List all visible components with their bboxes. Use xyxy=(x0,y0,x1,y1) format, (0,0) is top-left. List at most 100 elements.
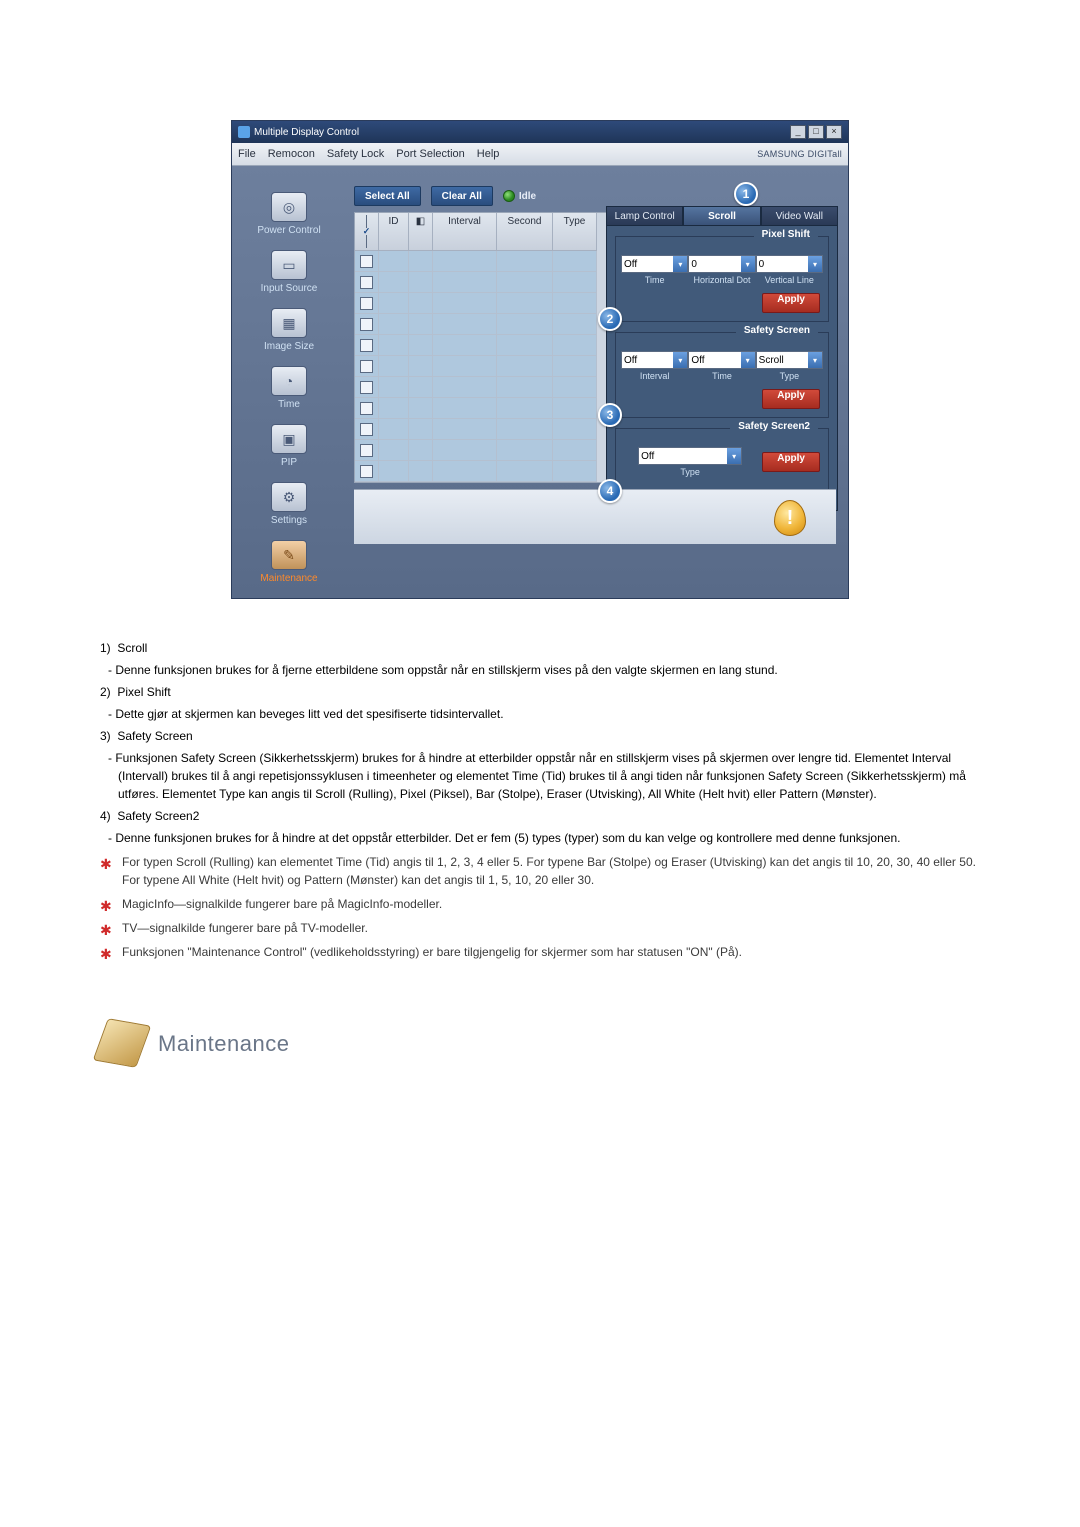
menu-port-selection[interactable]: Port Selection xyxy=(396,148,464,160)
table-row[interactable] xyxy=(355,272,609,293)
pixel-shift-hdot-select[interactable]: 0 ▾ xyxy=(688,255,755,273)
warning-icon: ! xyxy=(774,500,806,536)
brand-label: SAMSUNG DIGITall xyxy=(757,149,842,159)
th-check xyxy=(355,213,379,251)
safety-screen-interval-select[interactable]: Off ▾ xyxy=(621,351,688,369)
row-checkbox[interactable] xyxy=(360,402,373,415)
sidebar-item-input-source[interactable]: ▭ Input Source xyxy=(261,250,318,294)
maximize-button[interactable]: □ xyxy=(808,125,824,139)
sidebar-item-image-size[interactable]: ▦ Image Size xyxy=(264,308,314,352)
row-checkbox[interactable] xyxy=(360,276,373,289)
pixel-shift-apply-button[interactable]: Apply xyxy=(762,293,820,313)
item-4-body: Denne funksjonen brukes for å hindre at … xyxy=(115,831,900,845)
row-checkbox[interactable] xyxy=(360,381,373,394)
table-row[interactable] xyxy=(355,440,609,461)
table-row[interactable] xyxy=(355,314,609,335)
row-checkbox[interactable] xyxy=(360,255,373,268)
gear-icon: ⚙ xyxy=(271,482,307,512)
maintenance-icon: ✎ xyxy=(271,540,307,570)
safety-screen2-apply-button[interactable]: Apply xyxy=(762,452,820,472)
th-icon: ◧ xyxy=(409,213,433,251)
table-row[interactable] xyxy=(355,293,609,314)
callout-2: 2 xyxy=(598,307,622,331)
titlebar: Multiple Display Control _ □ × xyxy=(232,121,848,143)
table-row[interactable] xyxy=(355,251,609,272)
menu-help[interactable]: Help xyxy=(477,148,500,160)
close-button[interactable]: × xyxy=(826,125,842,139)
row-checkbox[interactable] xyxy=(360,360,373,373)
sidebar-label: PIP xyxy=(281,457,297,468)
th-type: Type xyxy=(553,213,597,251)
chevron-down-icon: ▾ xyxy=(673,352,687,368)
window-title: Multiple Display Control xyxy=(254,127,359,138)
select-all-button[interactable]: Select All xyxy=(354,186,421,206)
section-heading: Maintenance xyxy=(100,1021,980,1065)
sidebar-item-pip[interactable]: ▣ PIP xyxy=(271,424,307,468)
tab-scroll[interactable]: Scroll xyxy=(683,206,760,226)
app-window: Multiple Display Control _ □ × File Remo… xyxy=(231,120,849,599)
tab-video-wall[interactable]: Video Wall xyxy=(761,206,838,226)
row-checkbox[interactable] xyxy=(360,465,373,478)
safety-screen-time-select[interactable]: Off ▾ xyxy=(688,351,755,369)
table-row[interactable] xyxy=(355,377,609,398)
sidebar-item-maintenance[interactable]: ✎ Maintenance xyxy=(260,540,317,584)
item-2-body: Dette gjør at skjermen kan beveges litt … xyxy=(115,707,503,721)
safety-screen-title: Safety Screen xyxy=(736,325,818,336)
display-table: ID ◧ Interval Second Type xyxy=(354,212,610,483)
table-row[interactable] xyxy=(355,356,609,377)
table-row[interactable] xyxy=(355,398,609,419)
safety-screen-type-select[interactable]: Scroll ▾ xyxy=(756,351,823,369)
select-value: Off xyxy=(641,451,654,462)
tab-lamp-control[interactable]: Lamp Control xyxy=(606,206,683,226)
clear-all-button[interactable]: Clear All xyxy=(431,186,493,206)
window-controls[interactable]: _ □ × xyxy=(790,125,842,139)
menu-remocon[interactable]: Remocon xyxy=(268,148,315,160)
pixel-shift-vline-select[interactable]: 0 ▾ xyxy=(756,255,823,273)
note-2: ✱MagicInfo—signalkilde fungerer bare på … xyxy=(100,895,980,913)
sidebar-label: Input Source xyxy=(261,283,318,294)
sidebar-item-time[interactable]: ◔ Time xyxy=(271,366,307,410)
sidebar-label: Image Size xyxy=(264,341,314,352)
menu-safety-lock[interactable]: Safety Lock xyxy=(327,148,384,160)
note-3: ✱TV—signalkilde fungerer bare på TV-mode… xyxy=(100,919,980,937)
menubar: File Remocon Safety Lock Port Selection … xyxy=(232,143,848,166)
chevron-down-icon: ▾ xyxy=(808,352,822,368)
chevron-down-icon: ▾ xyxy=(741,352,755,368)
chevron-down-icon: ▾ xyxy=(673,256,687,272)
select-value: Off xyxy=(624,355,637,366)
field-label: Time xyxy=(645,275,665,285)
field-label: Interval xyxy=(640,371,670,381)
header-checkbox[interactable] xyxy=(359,215,374,248)
row-checkbox[interactable] xyxy=(360,297,373,310)
select-value: Scroll xyxy=(759,355,784,366)
panel-area: Pixel Shift 2 Off ▾ Time xyxy=(606,226,838,511)
status-dot-icon xyxy=(503,190,515,202)
safety-screen-apply-button[interactable]: Apply xyxy=(762,389,820,409)
note-4: ✱Funksjonen "Maintenance Control" (vedli… xyxy=(100,943,980,961)
row-checkbox[interactable] xyxy=(360,318,373,331)
table-row[interactable] xyxy=(355,419,609,440)
minimize-button[interactable]: _ xyxy=(790,125,806,139)
sidebar-label: Time xyxy=(278,399,300,410)
row-checkbox[interactable] xyxy=(360,423,373,436)
table-row[interactable] xyxy=(355,335,609,356)
pixel-shift-time-select[interactable]: Off ▾ xyxy=(621,255,688,273)
bottom-bar: ! xyxy=(354,489,836,544)
menu-file[interactable]: File xyxy=(238,148,256,160)
sidebar-item-settings[interactable]: ⚙ Settings xyxy=(271,482,307,526)
row-checkbox[interactable] xyxy=(360,339,373,352)
callout-4: 4 xyxy=(598,479,622,503)
app-icon xyxy=(238,126,250,138)
image-size-icon: ▦ xyxy=(271,308,307,338)
explanation-text: 1) Scroll - Denne funksjonen brukes for … xyxy=(100,639,980,1065)
chevron-down-icon: ▾ xyxy=(727,448,741,464)
safety-screen2-type-select[interactable]: Off ▾ xyxy=(638,447,742,465)
input-icon: ▭ xyxy=(271,250,307,280)
star-icon: ✱ xyxy=(100,920,112,941)
sidebar-item-power-control[interactable]: ◎ Power Control xyxy=(257,192,320,236)
item-3-body: Funksjonen Safety Screen (Sikkerhetsskje… xyxy=(115,751,966,801)
select-value: 0 xyxy=(759,259,765,270)
row-checkbox[interactable] xyxy=(360,444,373,457)
table-row[interactable] xyxy=(355,461,609,482)
table-header: ID ◧ Interval Second Type xyxy=(355,213,609,251)
